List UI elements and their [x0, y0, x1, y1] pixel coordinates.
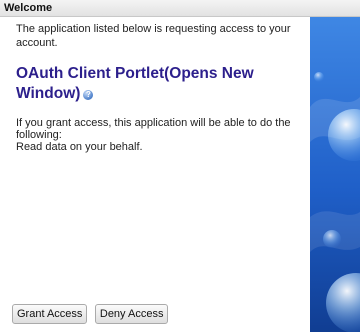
application-name-link[interactable]: OAuth Client Portlet(Opens New Window) — [16, 65, 254, 102]
application-name[interactable]: OAuth Client Portlet(Opens New Window)? — [16, 64, 298, 104]
grant-access-button[interactable]: Grant Access — [12, 304, 88, 324]
title-bar: Welcome — [0, 0, 360, 17]
bubble-wallpaper-image — [310, 17, 360, 332]
consent-panel: The application listed below is requesti… — [16, 22, 298, 153]
help-question-icon[interactable]: ? — [83, 90, 94, 100]
window-title: Welcome — [4, 2, 53, 14]
deny-access-button[interactable]: Deny Access — [94, 304, 169, 324]
permission-item: Read data on your behalf. — [16, 141, 143, 153]
grant-description-line: If you grant access, this application wi… — [16, 117, 291, 141]
action-buttons: Grant Access Deny Access — [12, 304, 171, 324]
intro-text: The application listed below is requesti… — [16, 23, 291, 49]
grant-description: If you grant access, this application wi… — [16, 117, 298, 153]
